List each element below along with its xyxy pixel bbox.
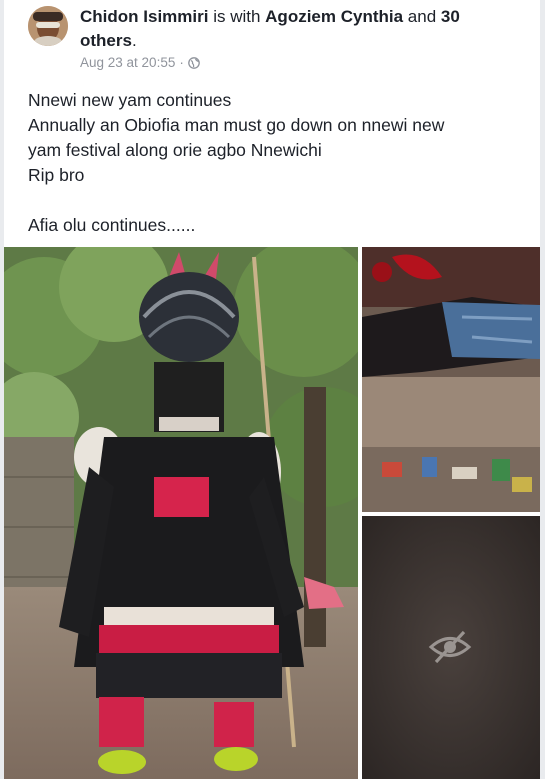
- post-header: Chidon Isimmiri is with Agoziem Cynthia …: [4, 0, 540, 84]
- post-timestamp[interactable]: Aug 23 at 20:55: [80, 55, 175, 70]
- tagged-friend-name[interactable]: Agoziem Cynthia: [265, 7, 403, 26]
- post-body-line: yam festival along orie agbo Nnewichi: [28, 140, 322, 160]
- post-body-line: Rip bro: [28, 165, 85, 185]
- post-actors: Chidon Isimmiri is with Agoziem Cynthia …: [80, 5, 520, 53]
- photo-masquerade[interactable]: [4, 247, 358, 779]
- author-name[interactable]: Chidon Isimmiri: [80, 7, 208, 26]
- eye-slash-icon: [428, 628, 472, 666]
- globe-icon[interactable]: [187, 56, 200, 69]
- with-text: is with: [208, 7, 266, 26]
- post-body-line: [28, 188, 528, 213]
- period-text: .: [131, 31, 137, 50]
- and-text: and: [403, 7, 441, 26]
- post-card: Chidon Isimmiri is with Agoziem Cynthia …: [4, 0, 540, 779]
- meta-separator: ·: [179, 55, 184, 70]
- post-body-line: Afia olu continues......: [28, 215, 196, 235]
- photo-hidden[interactable]: [362, 516, 540, 779]
- photo-scene[interactable]: [362, 247, 540, 512]
- post-body-line: Annually an Obiofia man must go down on …: [28, 115, 445, 135]
- post-body-line: Nnewi new yam continues: [28, 90, 232, 110]
- author-avatar[interactable]: [28, 6, 68, 46]
- post-body: Nnewi new yam continues Annually an Obio…: [28, 88, 528, 238]
- post-meta: Aug 23 at 20:55 ·: [80, 55, 200, 70]
